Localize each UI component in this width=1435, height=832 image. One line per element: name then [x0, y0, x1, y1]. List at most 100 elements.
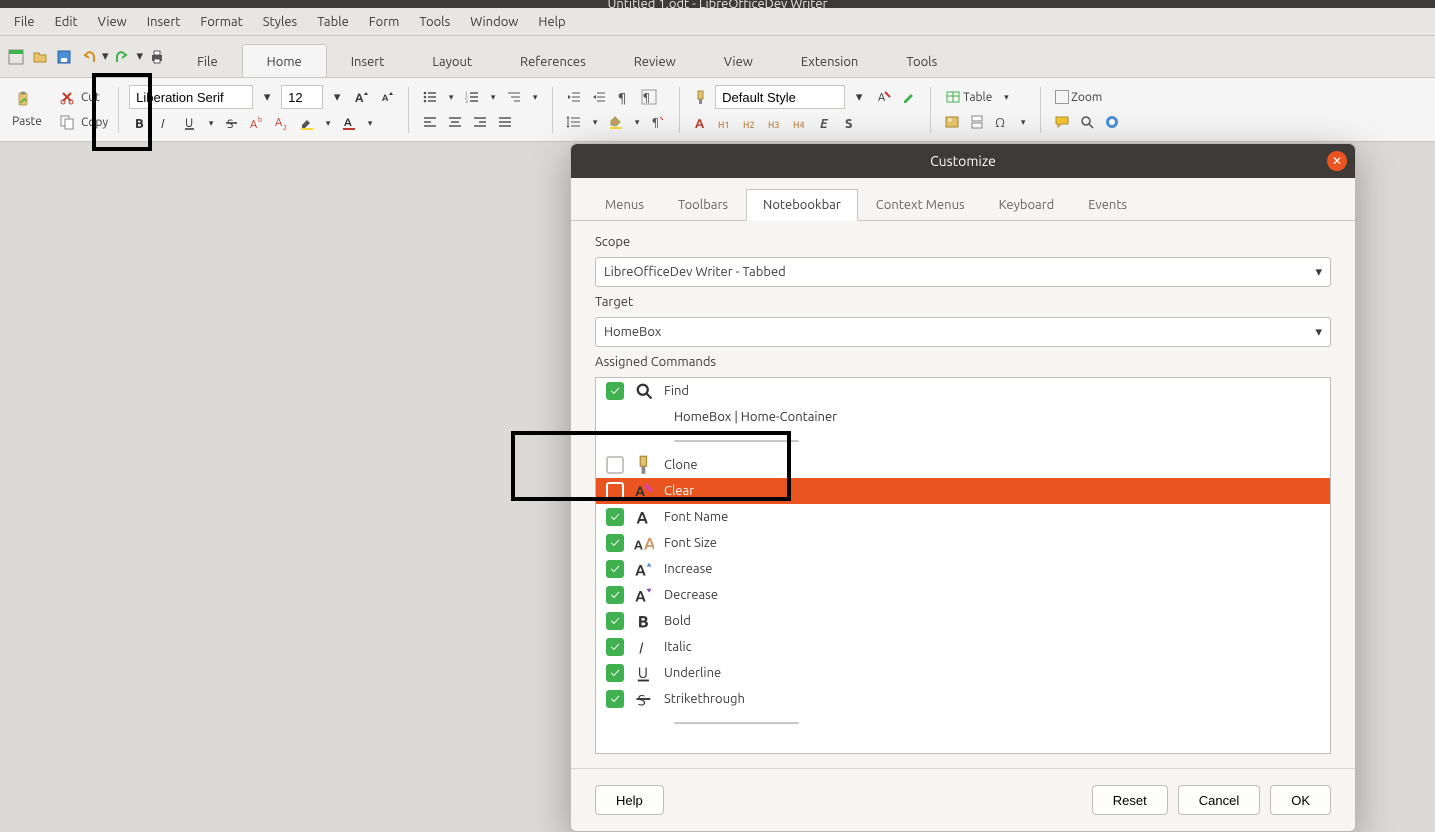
- comment-icon[interactable]: [1051, 111, 1073, 133]
- menu-edit[interactable]: Edit: [45, 10, 88, 34]
- clear-formatting-icon[interactable]: A: [873, 86, 895, 108]
- font-name-combo[interactable]: [129, 85, 253, 109]
- menu-tools[interactable]: Tools: [409, 10, 460, 34]
- paste-button[interactable]: Paste: [6, 91, 48, 128]
- underline-icon[interactable]: U: [179, 112, 201, 134]
- strikethrough-icon[interactable]: S: [221, 112, 243, 134]
- h2-icon[interactable]: H2: [740, 112, 762, 134]
- reset-button[interactable]: Reset: [1092, 785, 1168, 815]
- new-style-icon[interactable]: [898, 86, 920, 108]
- cancel-button[interactable]: Cancel: [1178, 785, 1260, 815]
- symbol-dropdown[interactable]: ▾: [1016, 117, 1030, 128]
- command-row[interactable]: ✓ AA Font Size: [596, 530, 1330, 556]
- command-checkbox[interactable]: ✓: [606, 664, 624, 682]
- superscript-icon[interactable]: Ab: [246, 112, 268, 134]
- align-justify-icon[interactable]: [494, 111, 516, 133]
- para-color-icon[interactable]: ¶: [647, 111, 669, 133]
- subscript-icon[interactable]: A2: [271, 112, 293, 134]
- scope-select[interactable]: LibreOfficeDev Writer - Tabbed ▾: [595, 257, 1331, 287]
- number-dropdown[interactable]: ▾: [486, 92, 500, 103]
- table-button[interactable]: Table: [941, 86, 996, 108]
- outline-dropdown[interactable]: ▾: [528, 92, 542, 103]
- h3-icon[interactable]: H3: [765, 112, 787, 134]
- shrink-font-icon[interactable]: A: [376, 86, 398, 108]
- open-icon[interactable]: [30, 47, 50, 67]
- align-right-icon[interactable]: [469, 111, 491, 133]
- close-icon[interactable]: ✕: [1327, 151, 1347, 171]
- number-list-icon[interactable]: 123: [461, 86, 483, 108]
- tab-view[interactable]: View: [700, 45, 777, 77]
- menu-window[interactable]: Window: [460, 10, 528, 34]
- dialog-tab-events[interactable]: Events: [1072, 190, 1143, 220]
- bullet-list-icon[interactable]: [419, 86, 441, 108]
- copy-icon[interactable]: [56, 111, 78, 133]
- tab-references[interactable]: References: [496, 45, 610, 77]
- clone-formatting-icon[interactable]: [690, 86, 712, 108]
- menu-format[interactable]: Format: [190, 10, 252, 34]
- redo-icon[interactable]: [113, 47, 133, 67]
- command-row[interactable]: ✓ A Font Name: [596, 504, 1330, 530]
- char-style-icon[interactable]: A: [690, 112, 712, 134]
- font-size-dropdown[interactable]: ▾: [326, 86, 348, 108]
- font-size-combo[interactable]: [281, 85, 323, 109]
- formatting-marks-icon[interactable]: ¶: [613, 86, 635, 108]
- bold-icon[interactable]: B: [129, 112, 151, 134]
- tab-review[interactable]: Review: [610, 45, 700, 77]
- indent-decrease-icon[interactable]: [563, 86, 585, 108]
- align-left-icon[interactable]: [419, 111, 441, 133]
- bg-color-icon[interactable]: [605, 111, 627, 133]
- insert-page-break-icon[interactable]: [966, 111, 988, 133]
- command-checkbox[interactable]: [606, 456, 624, 474]
- command-row[interactable]: A Clear: [596, 478, 1330, 504]
- zoom-checkbox[interactable]: Zoom: [1051, 86, 1106, 108]
- menu-table[interactable]: Table: [307, 10, 359, 34]
- highlight-color-icon[interactable]: [296, 112, 318, 134]
- menu-styles[interactable]: Styles: [253, 10, 307, 34]
- indent-increase-icon[interactable]: [588, 86, 610, 108]
- command-row[interactable]: ✓ B Bold: [596, 608, 1330, 634]
- highlight-dropdown[interactable]: ▾: [321, 118, 335, 129]
- find-icon[interactable]: [1076, 111, 1098, 133]
- command-checkbox[interactable]: ✓: [606, 638, 624, 656]
- command-row[interactable]: ✓ A Increase: [596, 556, 1330, 582]
- font-name-input[interactable]: [136, 90, 246, 105]
- command-checkbox[interactable]: ✓: [606, 612, 624, 630]
- para-style-dropdown[interactable]: ▾: [848, 86, 870, 108]
- para-style-input[interactable]: [722, 90, 832, 105]
- command-row[interactable]: ✓ A Decrease: [596, 582, 1330, 608]
- menubar-toggle-icon[interactable]: [6, 47, 26, 67]
- dialog-tab-notebookbar[interactable]: Notebookbar: [746, 189, 858, 221]
- redo-dropdown[interactable]: ▾: [137, 49, 144, 64]
- command-checkbox[interactable]: ✓: [606, 586, 624, 604]
- help-button[interactable]: Help: [595, 785, 664, 815]
- italic-icon[interactable]: I: [154, 112, 176, 134]
- bgcolor-dropdown[interactable]: ▾: [630, 117, 644, 128]
- strong-icon[interactable]: S: [840, 112, 862, 134]
- dialog-tab-menus[interactable]: Menus: [589, 190, 660, 220]
- bullet-dropdown[interactable]: ▾: [444, 92, 458, 103]
- cut-icon[interactable]: [56, 86, 78, 108]
- insert-image-icon[interactable]: [941, 111, 963, 133]
- h1-icon[interactable]: H1: [715, 112, 737, 134]
- underline-dropdown[interactable]: ▾: [204, 118, 218, 129]
- menu-view[interactable]: View: [88, 10, 137, 34]
- table-dropdown[interactable]: ▾: [999, 92, 1013, 103]
- insert-symbol-icon[interactable]: Ω: [991, 111, 1013, 133]
- h4-icon[interactable]: H4: [790, 112, 812, 134]
- font-name-dropdown[interactable]: ▾: [256, 86, 278, 108]
- menu-form[interactable]: Form: [359, 10, 410, 34]
- command-row[interactable]: ✓ Find: [596, 378, 1330, 404]
- tab-insert[interactable]: Insert: [327, 45, 409, 77]
- ok-button[interactable]: OK: [1270, 785, 1331, 815]
- command-checkbox[interactable]: ✓: [606, 382, 624, 400]
- grow-font-icon[interactable]: A: [351, 86, 373, 108]
- tab-file[interactable]: File: [173, 45, 242, 77]
- whatsthis-icon[interactable]: [1101, 111, 1123, 133]
- font-color-icon[interactable]: A: [338, 112, 360, 134]
- dialog-tab-toolbars[interactable]: Toolbars: [662, 190, 744, 220]
- ltr-rtl-icon[interactable]: ¶: [638, 86, 660, 108]
- menu-help[interactable]: Help: [528, 10, 575, 34]
- target-select[interactable]: HomeBox ▾: [595, 317, 1331, 347]
- command-checkbox[interactable]: ✓: [606, 690, 624, 708]
- assigned-commands-list[interactable]: ✓ Find HomeBox | Home-Container---------…: [595, 377, 1331, 754]
